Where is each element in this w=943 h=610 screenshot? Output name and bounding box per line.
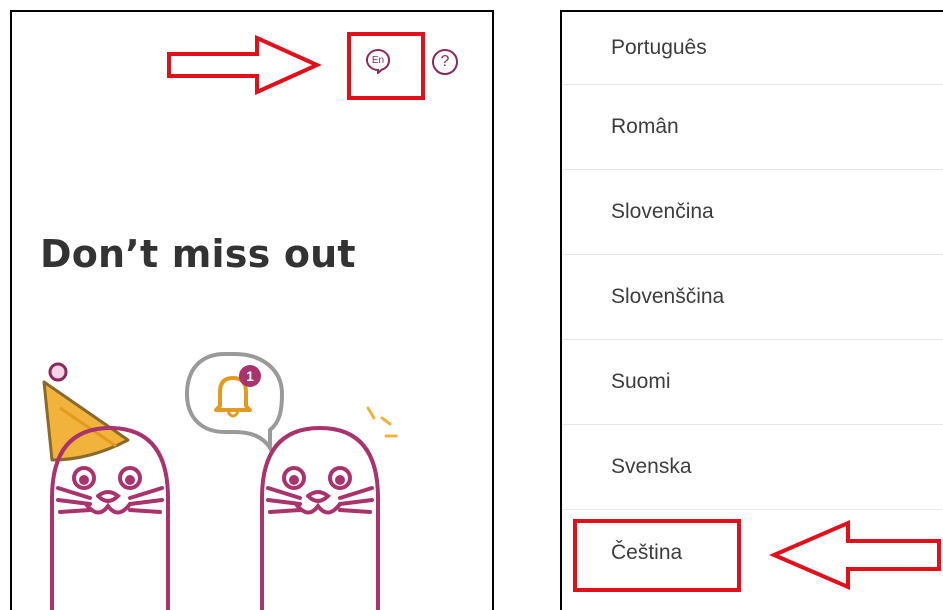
left-arrow-icon <box>768 519 941 591</box>
sparkle-lines <box>366 406 398 438</box>
language-option-slovencina[interactable]: Slovenčina <box>562 170 943 255</box>
party-hat-icon <box>42 362 130 462</box>
language-option-roman[interactable]: Român <box>562 85 943 170</box>
right-seal-character <box>260 425 380 610</box>
page-title: Don’t miss out <box>40 232 356 276</box>
language-option-suomi[interactable]: Suomi <box>562 340 943 425</box>
seals-illustration: 1 <box>42 352 398 610</box>
help-button[interactable]: ? <box>432 49 458 75</box>
right-arrow-icon <box>167 34 322 96</box>
language-option-slovenscina[interactable]: Slovenščina <box>562 255 943 340</box>
notification-bubble: 1 <box>184 352 285 455</box>
language-option-svenska[interactable]: Svenska <box>562 425 943 510</box>
cestina-option-highlight <box>573 519 741 592</box>
language-list: Português Român Slovenčina Slovenščina S… <box>562 12 943 595</box>
language-option-portugues[interactable]: Português <box>562 12 943 85</box>
language-button-highlight <box>347 32 425 100</box>
notification-badge-count: 1 <box>246 368 254 384</box>
